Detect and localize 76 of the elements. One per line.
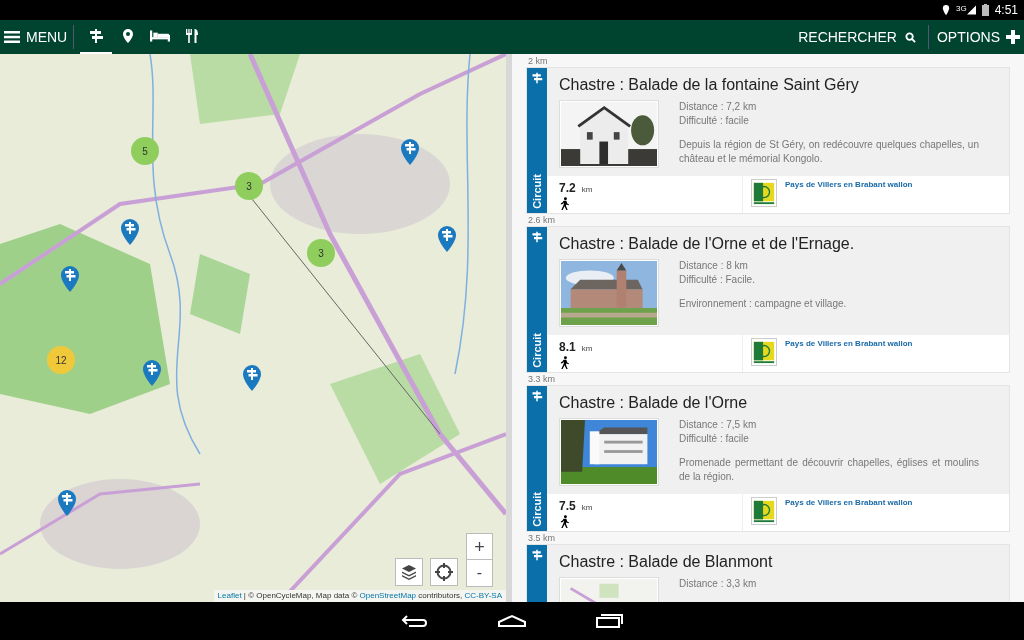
walk-length: 7.2 [559, 180, 576, 197]
walk-card[interactable]: Circuit Chastre : Balade de l'Orne Distance : 7,5 km Difficulté : facile Promenade permettant de découvrir chapelles, églises et moulins de la région. 7.5 km Pays de Villers en Brabant wallon [526, 385, 1010, 532]
walk-description: Environnement : campagne et village. [679, 297, 847, 311]
organizer-logo [751, 338, 777, 366]
menu-icon [4, 30, 20, 44]
home-icon[interactable] [497, 614, 527, 628]
organizer-logo [751, 179, 777, 207]
map[interactable]: 5 3 3 12 + - Leaflet | © OpenCycleMap, Map data © OpenStreetMap contributors, CC-BY-SA [0, 54, 506, 602]
organizer-logo [751, 497, 777, 525]
map-attribution: Leaflet | © OpenCycleMap, Map data © OpenStreetMap contributors, CC-BY-SA [213, 590, 506, 602]
map-marker[interactable] [57, 490, 77, 516]
signpost-icon [531, 231, 543, 243]
zoom-out-button[interactable]: - [467, 560, 492, 586]
walk-description: Promenade permettant de découvrir chapelles, églises et moulins de la région. [679, 456, 979, 484]
battery-icon [981, 4, 989, 16]
options-button[interactable]: OPTIONS [929, 20, 1024, 54]
length-unit: km [581, 343, 593, 355]
search-icon [905, 31, 916, 43]
distance-away: 2.6 km [527, 214, 555, 226]
plus-icon [1006, 30, 1020, 44]
map-marker[interactable] [60, 266, 80, 292]
walk-difficulty: Difficulté : Facile. [679, 273, 756, 287]
recents-icon[interactable] [595, 614, 623, 628]
category-label: Circuit [530, 492, 544, 527]
bed-icon [150, 28, 171, 44]
crosshair-icon [435, 563, 453, 581]
walk-description: Depuis la région de St Géry, on redécouvre quelques chapelles, un château et le mémorial Kongolo. [679, 138, 979, 166]
organizer-link[interactable]: Pays de Villers en Brabant wallon [785, 497, 913, 531]
locate-button[interactable] [430, 558, 458, 586]
menu-button[interactable]: MENU [0, 20, 74, 54]
walk-title[interactable]: Chastre : Balade de la fontaine Saint Géry [559, 75, 979, 95]
signpost-icon [88, 28, 105, 44]
walk-distance: Distance : 3,3 km [679, 577, 757, 591]
hiker-icon [559, 515, 570, 528]
walk-title[interactable]: Chastre : Balade de l'Orne [559, 393, 979, 413]
layers-icon [401, 564, 417, 580]
map-marker[interactable] [242, 365, 262, 391]
walk-distance: Distance : 7,5 km [679, 418, 758, 432]
walk-distance: Distance : 7,2 km [679, 100, 758, 114]
organizer-link[interactable]: Pays de Villers en Brabant wallon [785, 179, 913, 213]
signpost-icon [531, 72, 543, 84]
category-label: Circuit [530, 174, 544, 209]
signpost-icon [531, 390, 543, 402]
hiker-icon [559, 356, 570, 369]
cutlery-icon [184, 28, 201, 44]
length-unit: km [581, 184, 593, 196]
hiker-icon [559, 197, 570, 210]
walk-difficulty: Difficulté : facile [679, 432, 750, 446]
distance-away: 3.5 km [527, 532, 555, 544]
distance-away: 2 km [527, 55, 548, 67]
network-type: 3G [955, 5, 967, 13]
back-icon[interactable] [401, 614, 429, 628]
map-marker[interactable] [437, 226, 457, 252]
organizer-link[interactable]: Pays de Villers en Brabant wallon [785, 338, 913, 372]
length-unit: km [581, 502, 593, 514]
walk-distance: Distance : 8 km [679, 259, 749, 273]
map-marker[interactable] [400, 139, 420, 165]
map-marker[interactable] [120, 219, 140, 245]
walk-title[interactable]: Chastre : Balade de l'Orne et de l'Ernage. [559, 234, 979, 254]
walk-title[interactable]: Chastre : Balade de Blanmont [559, 552, 979, 572]
clock: 4:51 [994, 2, 1018, 19]
distance-away: 3.3 km [527, 373, 555, 385]
location-icon [941, 4, 950, 16]
signal-icon [966, 5, 976, 15]
walk-card[interactable]: Chastre : Balade de Blanmont Distance : 3,3 km [526, 544, 1010, 602]
walk-length: 7.5 [559, 498, 576, 515]
walk-difficulty: Difficulté : facile [679, 114, 750, 128]
layers-button[interactable] [395, 558, 423, 586]
walk-length: 8.1 [559, 339, 576, 356]
map-marker[interactable] [142, 360, 162, 386]
search-button[interactable]: RECHERCHER [786, 20, 928, 54]
walk-card[interactable]: Circuit Chastre : Balade de l'Orne et de l'Ernage. Distance : 8 km Difficulté : Facile. Environnement : campagne et village. 8.1 km Pays de Villers en Brabant wallon [526, 226, 1010, 373]
category-label: Circuit [530, 333, 544, 368]
walk-card[interactable] [526, 67, 1010, 214]
signpost-icon [531, 549, 543, 561]
zoom-in-button[interactable]: + [467, 534, 492, 560]
